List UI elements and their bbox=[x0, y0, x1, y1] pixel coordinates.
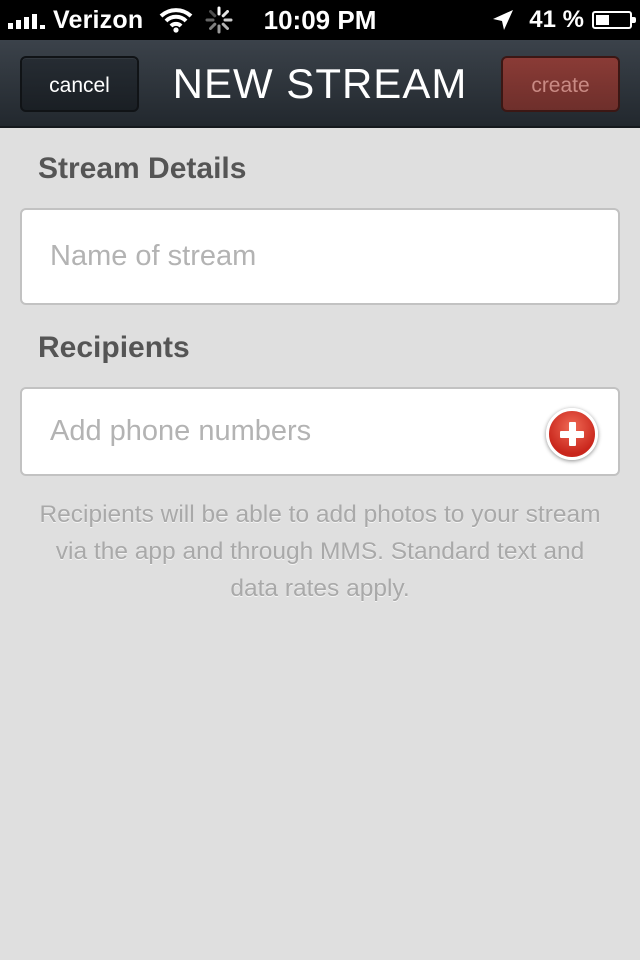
phone-numbers-field[interactable] bbox=[20, 387, 620, 476]
navigation-bar: NEW STREAM cancel create bbox=[0, 40, 640, 128]
location-arrow-icon bbox=[493, 10, 514, 30]
add-plus-icon[interactable] bbox=[546, 408, 598, 460]
stream-name-input[interactable] bbox=[48, 210, 532, 303]
recipients-heading: Recipients bbox=[38, 331, 190, 364]
status-bar: Verizon 10:09 PM 41 % bbox=[0, 0, 640, 40]
status-right: 41 % bbox=[491, 0, 636, 40]
stream-name-field[interactable] bbox=[20, 208, 620, 305]
battery-fill bbox=[596, 15, 609, 25]
stream-details-heading: Stream Details bbox=[38, 152, 247, 185]
phone-numbers-input[interactable] bbox=[48, 389, 532, 474]
battery-icon bbox=[592, 11, 636, 29]
create-button[interactable]: create bbox=[501, 56, 620, 112]
battery-percent: 41 % bbox=[529, 6, 584, 33]
recipients-note: Recipients will be able to add photos to… bbox=[39, 501, 601, 602]
cancel-button[interactable]: cancel bbox=[20, 56, 139, 112]
